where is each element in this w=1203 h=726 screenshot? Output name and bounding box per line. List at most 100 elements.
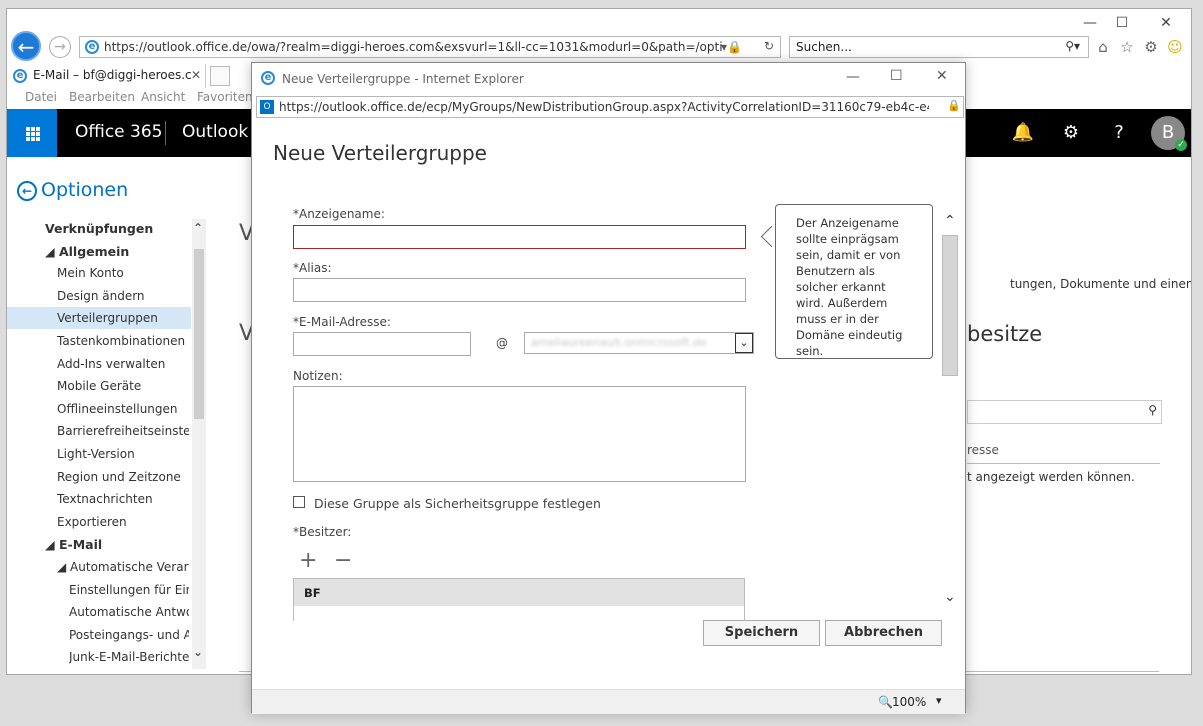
notes-textarea[interactable] — [293, 386, 746, 482]
favorites-star-icon[interactable]: ☆ — [1117, 38, 1137, 56]
sidebar-item[interactable]: ◢ Automatische Verarbeitun — [57, 560, 189, 574]
popup-window: e Neue Verteilergruppe - Internet Explor… — [251, 62, 966, 714]
popup-maximize-icon[interactable]: ☐ — [890, 68, 903, 84]
sidebar-item[interactable]: Design ändern — [57, 289, 189, 303]
search-input[interactable]: Suchen... ⚲▾ — [789, 36, 1089, 58]
app-launcher-icon[interactable] — [7, 109, 57, 157]
sidebar-item[interactable]: Junk-E-Mail-Berichterst — [69, 650, 189, 664]
email-label: *E-Mail-Adresse: — [293, 315, 391, 329]
menu-ansicht[interactable]: Ansicht — [141, 90, 185, 104]
sidebar-item[interactable]: ◢ E-Mail — [45, 537, 189, 552]
new-tab-icon[interactable] — [210, 66, 230, 86]
sidebar-item[interactable]: Mobile Geräte — [57, 379, 189, 393]
zoom-icon[interactable]: 🔍 — [878, 695, 893, 709]
alias-input[interactable] — [293, 278, 746, 302]
notification-bell-icon[interactable]: 🔔 — [1011, 122, 1035, 143]
dialog-title: Neue Verteilergruppe — [273, 141, 487, 165]
popup-window-title: Neue Verteilergruppe - Internet Explorer — [282, 72, 524, 86]
sidebar-item[interactable]: Einstellungen für Einbli — [69, 583, 189, 597]
sidebar-item[interactable]: Exportieren — [57, 515, 189, 529]
maximize-icon[interactable]: ☐ — [1107, 13, 1137, 33]
popup-address-url: https://outlook.office.de/ecp/MyGroups/N… — [279, 100, 929, 114]
settings-gear-icon-header[interactable]: ⚙ — [1059, 122, 1083, 143]
zoom-dropdown-icon[interactable]: ▾ — [936, 694, 942, 707]
status-bar: 🔍 100% ▾ — [252, 689, 965, 714]
dialog-scroll-down-icon[interactable]: ⌄ — [944, 589, 956, 605]
outlook-app-name[interactable]: Outlook — [182, 122, 248, 142]
owner-name: BF — [304, 586, 321, 600]
nav-scroll-thumb[interactable] — [194, 249, 204, 419]
bg-search-icon[interactable]: ⚲ — [1148, 403, 1157, 417]
sidebar-item[interactable]: Mein Konto — [57, 266, 189, 280]
domain-select[interactable]: ameliaureenault.onmicrosoft.de ⌄ — [524, 332, 754, 354]
owners-list: BF — [293, 578, 745, 621]
bg-search-input[interactable]: ⚲ — [967, 400, 1162, 424]
tab-ie-icon: e — [13, 69, 27, 83]
display-name-tooltip: Der Anzeigename sollte einprägsam sein, … — [775, 204, 933, 359]
menu-bearbeiten[interactable]: Bearbeiten — [69, 90, 135, 104]
o365-brand[interactable]: Office 365 — [75, 122, 162, 142]
dialog-scroll-up-icon[interactable]: ⌃ — [944, 213, 956, 229]
display-name-input[interactable] — [293, 225, 746, 249]
popup-address-bar[interactable]: O https://outlook.office.de/ecp/MyGroups… — [256, 96, 964, 118]
save-button[interactable]: Speichern — [703, 620, 820, 646]
owners-label: *Besitzer: — [293, 525, 352, 539]
popup-minimize-icon[interactable]: — — [846, 69, 860, 85]
sidebar-item[interactable]: Automatische Antworte — [69, 605, 189, 619]
address-bar[interactable]: e https://outlook.office.de/owa/?realm=d… — [79, 36, 781, 58]
sidebar-item[interactable]: Als gelesen markieren — [69, 673, 189, 674]
smiley-icon[interactable]: ☺ — [1165, 38, 1185, 56]
back-arrow-icon[interactable]: ← — [11, 31, 41, 61]
search-icon[interactable]: ⚲▾ — [1065, 39, 1080, 53]
security-group-checkbox[interactable] — [293, 496, 305, 508]
list-item[interactable]: BF — [294, 579, 744, 606]
sidebar-item[interactable]: Light-Version — [57, 447, 189, 461]
sidebar-item[interactable]: Offlineeinstellungen — [57, 402, 189, 416]
alias-label: *Alias: — [293, 261, 332, 275]
tab-title: E-Mail – bf@diggi-heroes.c — [33, 68, 192, 82]
address-url: https://outlook.office.de/owa/?realm=dig… — [104, 40, 724, 54]
sidebar-item[interactable]: Add-Ins verwalten — [57, 357, 189, 371]
dialog-scroll-thumb[interactable] — [942, 235, 958, 376]
options-title[interactable]: Optionen — [41, 179, 128, 201]
email-local-input[interactable] — [293, 332, 471, 356]
popup-close-icon[interactable]: ✕ — [936, 68, 948, 84]
sidebar-item[interactable]: Region und Zeitzone — [57, 470, 189, 484]
scroll-down-icon[interactable]: ⌄ — [193, 645, 203, 659]
display-name-label: *Anzeigename: — [293, 207, 385, 221]
browser-tab[interactable]: e E-Mail – bf@diggi-heroes.c ✕ — [7, 64, 206, 88]
add-owner-icon[interactable]: + — [299, 548, 317, 573]
sidebar-item[interactable]: Tastenkombinationen — [57, 334, 189, 348]
bg-text-1: tungen, Dokumente und einen — [1010, 277, 1192, 291]
sidebar-item[interactable]: Textnachrichten — [57, 492, 189, 506]
bg-column-header: resse — [967, 443, 999, 457]
domain-value: ameliaureenault.onmicrosoft.de — [531, 336, 707, 349]
cancel-button[interactable]: Abbrechen — [825, 620, 942, 646]
settings-gear-icon[interactable]: ⚙ — [1141, 38, 1161, 56]
sidebar-item[interactable]: Verteilergruppen — [57, 311, 189, 325]
popup-ie-logo-icon: e — [261, 71, 275, 85]
help-icon[interactable]: ? — [1107, 122, 1131, 143]
sidebar-item[interactable]: Barrierefreiheitseinstellun — [57, 424, 189, 438]
tab-close-icon[interactable]: ✕ — [191, 68, 201, 82]
menu-favoriten[interactable]: Favoriten — [197, 90, 253, 104]
bg-empty-message: t angezeigt werden können. — [967, 470, 1135, 484]
back-circle-icon[interactable]: ← — [17, 181, 37, 201]
sidebar-item[interactable]: Posteingangs- und Auf — [69, 628, 189, 642]
menu-datei[interactable]: Datei — [25, 90, 57, 104]
close-icon[interactable]: ✕ — [1151, 13, 1181, 33]
chevron-down-icon[interactable]: ⌄ — [735, 333, 753, 353]
home-icon[interactable]: ⌂ — [1093, 38, 1113, 56]
zoom-level[interactable]: 100% — [892, 695, 926, 709]
scroll-up-icon[interactable]: ⌃ — [193, 221, 203, 235]
bg-heading: besitze — [967, 322, 1043, 346]
sidebar-item[interactable]: Verknüpfungen — [45, 221, 189, 236]
presence-icon: ✓ — [1175, 139, 1187, 151]
refresh-icon[interactable]: ↻ — [764, 39, 774, 53]
forward-arrow-icon[interactable]: → — [49, 36, 71, 58]
sidebar-item[interactable]: ◢ Allgemein — [45, 244, 189, 259]
lock-icon: ▾🔒 — [721, 40, 742, 54]
remove-owner-icon[interactable]: − — [334, 548, 352, 573]
minimize-icon[interactable]: — — [1075, 13, 1105, 33]
ie-logo-icon: e — [85, 40, 99, 54]
